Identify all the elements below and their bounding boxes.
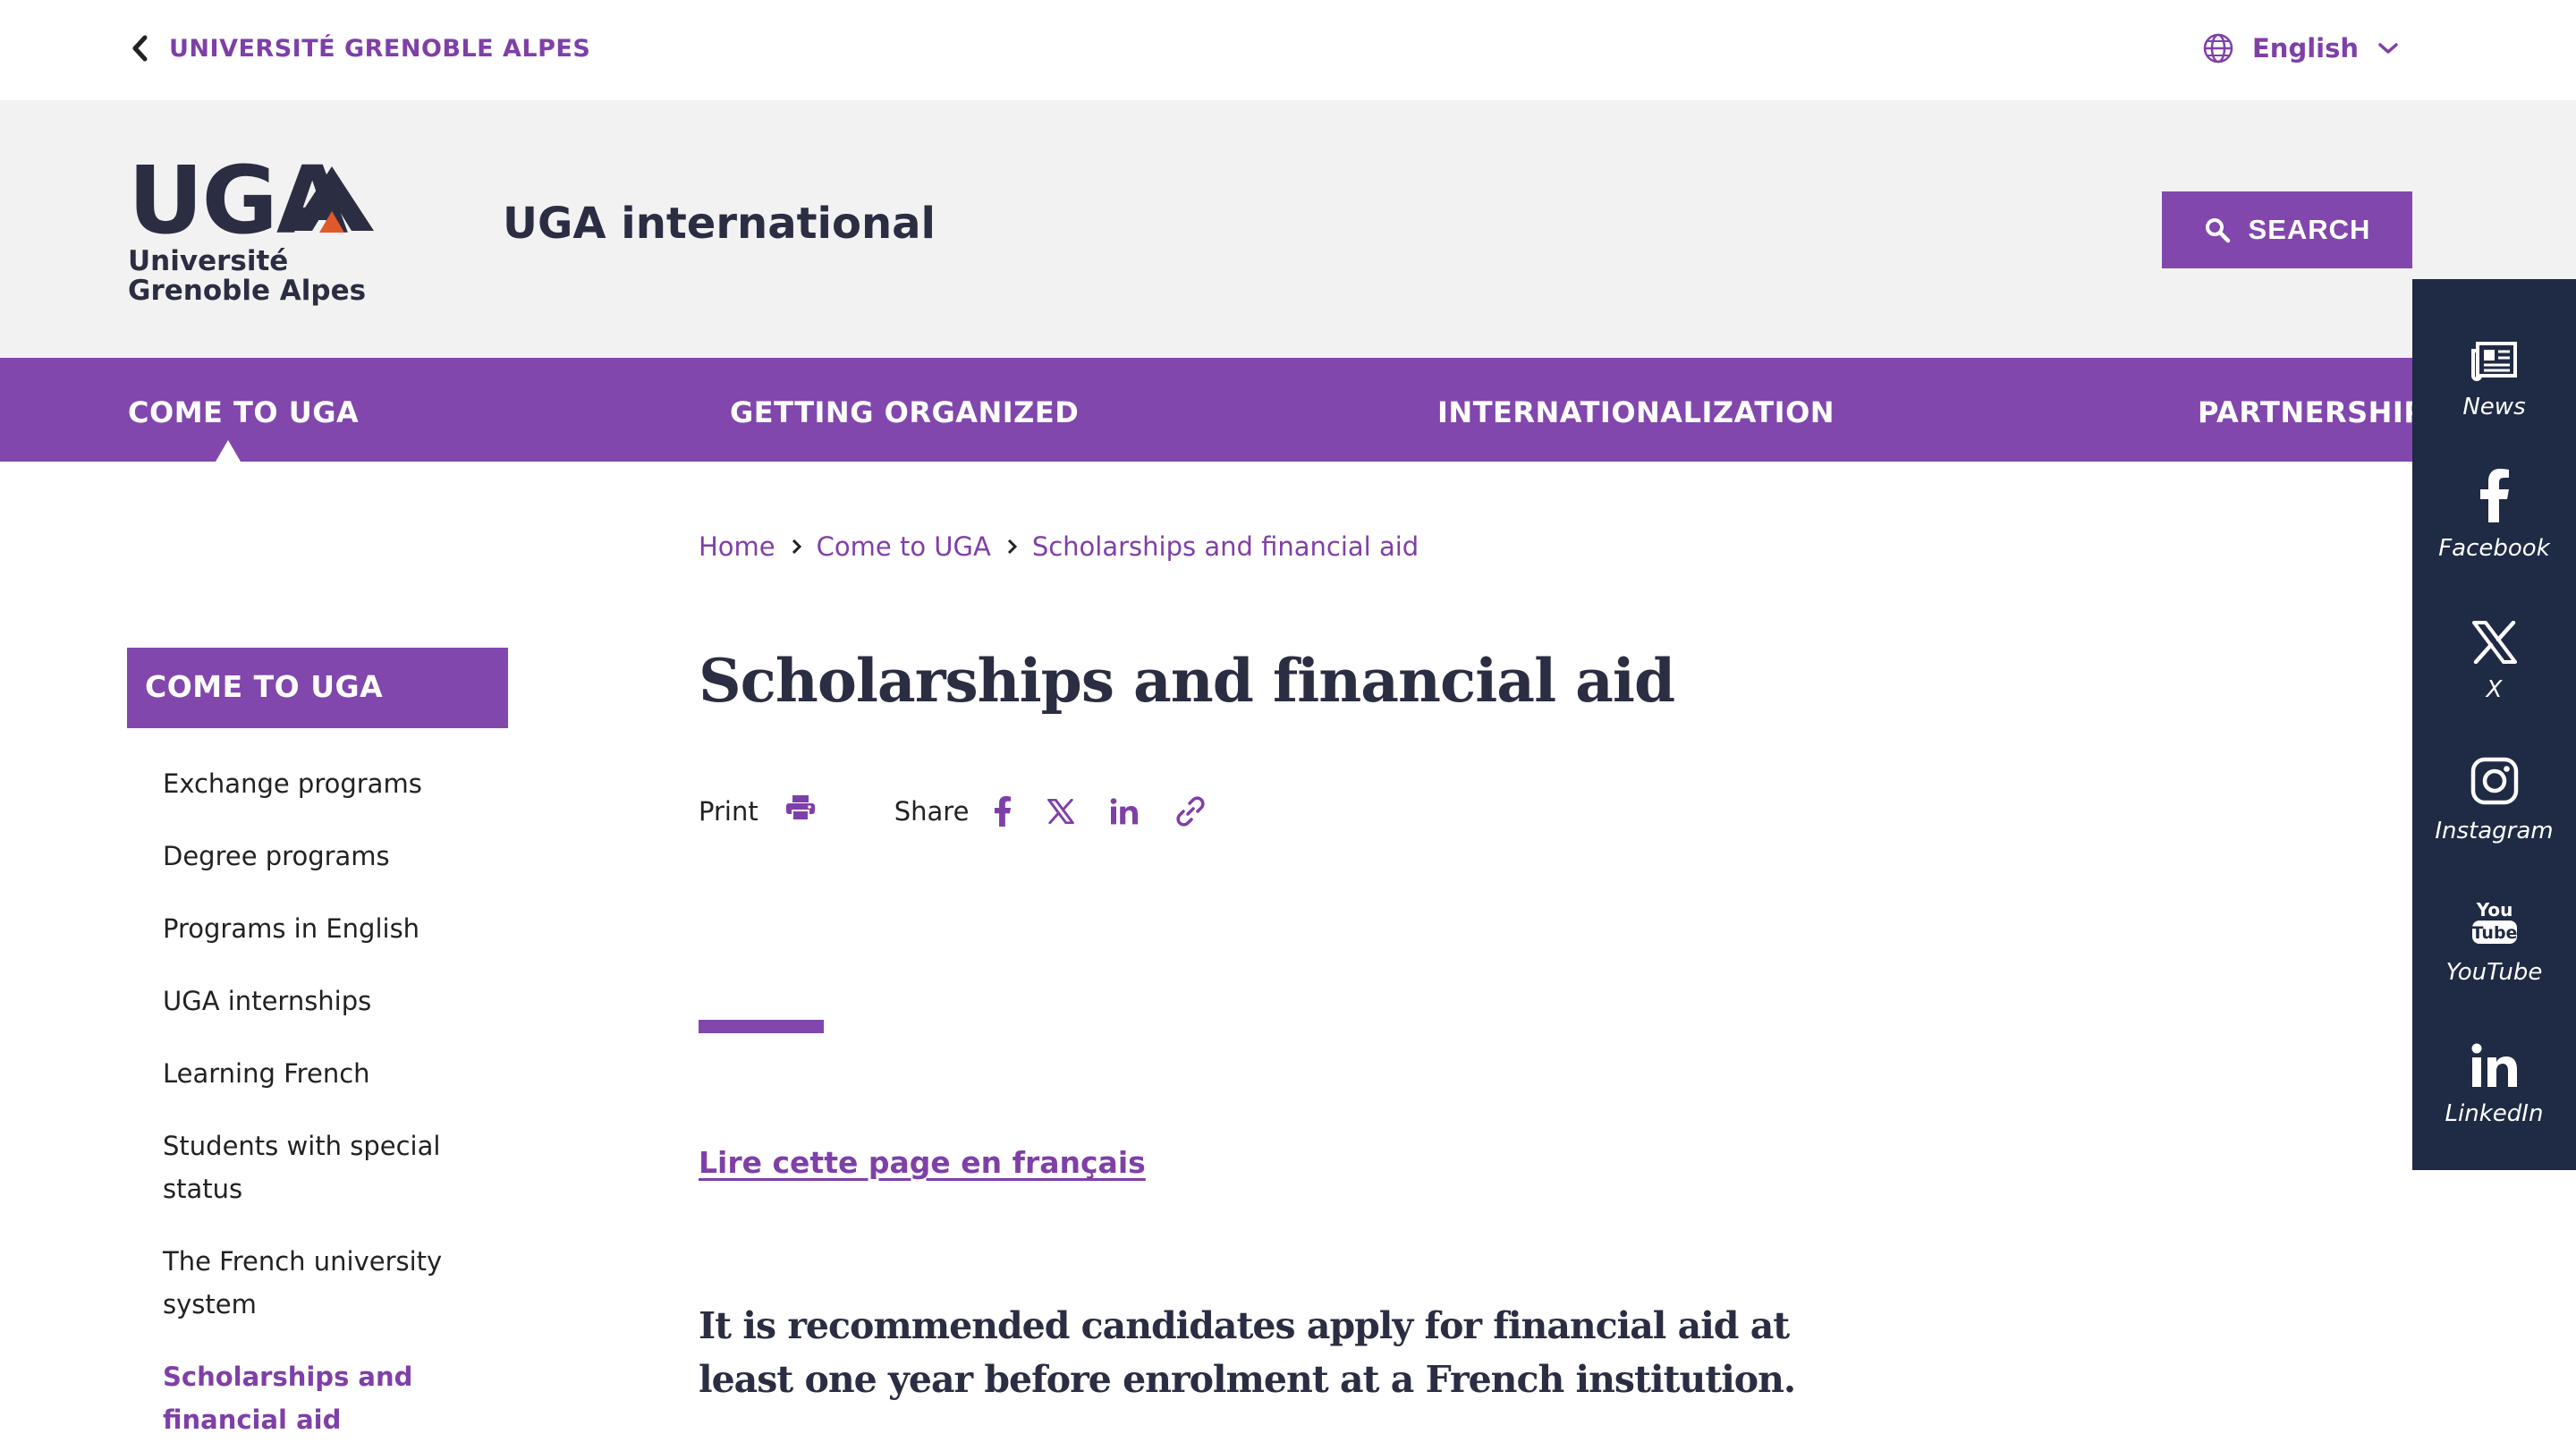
chevron-right-icon	[1007, 539, 1017, 555]
print-label: Print	[699, 795, 758, 827]
uga-logo[interactable]: UGA Université Grenoble Alpes	[128, 154, 374, 308]
youtube-icon: You Tube	[2471, 899, 2517, 944]
rail-linkedin[interactable]: LinkedIn	[2412, 1025, 2576, 1167]
logo-triangle-icon	[290, 166, 374, 233]
active-nav-indicator	[216, 440, 241, 462]
rail-instagram[interactable]: Instagram	[2412, 742, 2576, 884]
print-button[interactable]	[785, 794, 816, 827]
sidebar-item-programs-in-english[interactable]: Programs in English	[163, 907, 467, 950]
svg-text:Tube: Tube	[2471, 923, 2517, 943]
rail-youtube[interactable]: You Tube YouTube	[2412, 884, 2576, 1025]
instagram-icon	[2470, 757, 2518, 805]
section-accent-bar	[699, 1020, 824, 1033]
sidebar-item-special-status[interactable]: Students with special status	[163, 1124, 467, 1210]
breadcrumb: Home Come to UGA Scholarships and financ…	[699, 531, 1419, 562]
x-icon	[1047, 798, 1075, 824]
language-selector[interactable]: English	[2202, 32, 2400, 64]
sidebar-item-degree-programs[interactable]: Degree programs	[163, 835, 467, 878]
breadcrumb-current[interactable]: Scholarships and financial aid	[1032, 531, 1419, 562]
sidebar-item-scholarships[interactable]: Scholarships and financial aid	[163, 1355, 467, 1441]
rail-instagram-label: Instagram	[2435, 818, 2554, 844]
news-icon	[2470, 342, 2517, 381]
sidebar-item-french-university-system[interactable]: The French university system	[163, 1240, 467, 1326]
link-icon	[1176, 795, 1205, 827]
page-tools: Print Share	[699, 794, 1242, 827]
nav-come-to-uga[interactable]: COME TO UGA	[128, 395, 359, 429]
lead-paragraph: It is recommended candidates apply for f…	[699, 1304, 1796, 1401]
site-header: UGA Université Grenoble Alpes UGA intern…	[0, 100, 2576, 358]
university-home-link[interactable]: UNIVERSITÉ GRENOBLE ALPES	[130, 32, 590, 64]
chevron-left-icon	[132, 35, 148, 62]
search-label: SEARCH	[2248, 214, 2371, 245]
share-x-button[interactable]	[1047, 798, 1075, 824]
chevron-down-icon	[2378, 43, 2398, 54]
printer-icon	[785, 795, 815, 821]
search-button[interactable]: SEARCH	[2162, 191, 2412, 268]
university-home-label: UNIVERSITÉ GRENOBLE ALPES	[169, 34, 591, 63]
french-version-link[interactable]: Lire cette page en français	[699, 1145, 1146, 1180]
sidebar-heading[interactable]: COME TO UGA	[127, 648, 508, 728]
rail-linkedin-label: LinkedIn	[2445, 1100, 2544, 1127]
rail-news[interactable]: News	[2412, 318, 2576, 460]
facebook-icon	[2479, 469, 2509, 522]
top-utility-bar: UNIVERSITÉ GRENOBLE ALPES English	[0, 0, 2576, 100]
nav-internationalization[interactable]: INTERNATIONALIZATION	[1437, 395, 1835, 429]
rail-youtube-label: YouTube	[2445, 959, 2543, 986]
sidebar-item-uga-internships[interactable]: UGA internships	[163, 980, 467, 1022]
breadcrumb-home[interactable]: Home	[699, 531, 775, 562]
globe-icon	[2203, 33, 2233, 64]
x-icon	[2471, 621, 2517, 664]
nav-getting-organized[interactable]: GETTING ORGANIZED	[730, 395, 1079, 429]
site-title[interactable]: UGA international	[503, 199, 936, 249]
share-linkedin-button[interactable]	[1110, 797, 1139, 825]
rail-x-label: X	[2486, 676, 2503, 703]
social-rail: News Facebook X Instagram You Tube YouTu…	[2412, 279, 2576, 1170]
share-facebook-button[interactable]	[994, 795, 1012, 827]
rail-news-label: News	[2462, 394, 2526, 420]
logo-line-2: Grenoble Alpes	[128, 275, 367, 307]
rail-x[interactable]: X	[2412, 601, 2576, 742]
nav-partnerships[interactable]: PARTNERSHIPS	[2198, 395, 2446, 429]
rail-facebook-label: Facebook	[2438, 535, 2550, 562]
facebook-icon	[995, 795, 1012, 827]
page-title: Scholarships and financial aid	[699, 646, 1675, 716]
search-icon	[2205, 218, 2230, 243]
linkedin-icon	[1111, 797, 1139, 824]
svg-text:You: You	[2475, 899, 2512, 921]
sidebar-item-learning-french[interactable]: Learning French	[163, 1052, 467, 1095]
language-label: English	[2252, 33, 2360, 64]
rail-facebook[interactable]: Facebook	[2412, 460, 2576, 601]
logo-line-1: Université	[128, 245, 289, 277]
share-label: Share	[894, 795, 970, 827]
chevron-right-icon	[792, 539, 801, 555]
sidebar-item-exchange-programs[interactable]: Exchange programs	[163, 762, 467, 805]
main-navigation: COME TO UGA GETTING ORGANIZED INTERNATIO…	[0, 358, 2576, 462]
linkedin-icon	[2471, 1043, 2517, 1087]
copy-link-button[interactable]	[1174, 795, 1207, 827]
sidebar-menu: Exchange programs Degree programs Progra…	[163, 762, 467, 1451]
breadcrumb-come-to-uga[interactable]: Come to UGA	[817, 531, 991, 562]
